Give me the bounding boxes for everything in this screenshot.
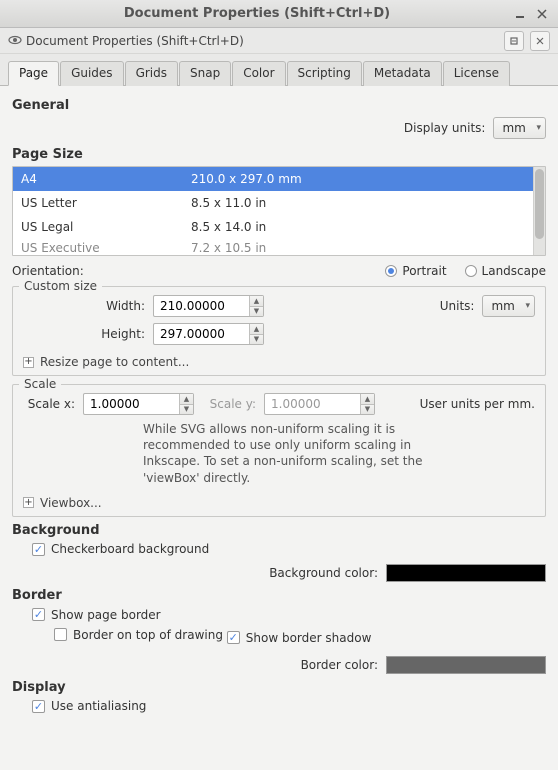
checkerboard-checkbox[interactable]: Checkerboard background xyxy=(32,542,209,556)
show-shadow-checkbox[interactable]: Show border shadow xyxy=(227,631,372,645)
width-input[interactable]: ▲▼ xyxy=(153,295,264,317)
width-label: Width: xyxy=(23,299,153,313)
tab-guides[interactable]: Guides xyxy=(60,61,124,86)
show-border-checkbox[interactable]: Show page border xyxy=(32,608,161,622)
chevron-down-icon: ▾ xyxy=(536,123,541,133)
dock-subtitle: Document Properties (Shift+Ctrl+D) xyxy=(26,34,498,48)
display-units-label: Display units: xyxy=(404,121,494,135)
dock-header: Document Properties (Shift+Ctrl+D) xyxy=(0,28,558,54)
tab-page[interactable]: Page xyxy=(8,61,59,86)
page-tab-content: General Display units: mm ▾ Page Size A4… xyxy=(0,86,558,770)
custom-units-combo[interactable]: mm ▾ xyxy=(482,295,535,317)
background-heading: Background xyxy=(12,523,546,538)
scale-help-text: While SVG allows non-uniform scaling it … xyxy=(143,421,463,486)
tab-scripting[interactable]: Scripting xyxy=(287,61,362,86)
scale-legend: Scale xyxy=(19,377,61,391)
page-size-list[interactable]: A4 210.0 x 297.0 mm US Letter 8.5 x 11.0… xyxy=(12,166,546,256)
minimize-button[interactable] xyxy=(512,6,528,22)
plus-icon: + xyxy=(23,497,34,508)
tab-metadata[interactable]: Metadata xyxy=(363,61,442,86)
detach-button[interactable] xyxy=(504,31,524,51)
border-color-swatch[interactable] xyxy=(386,656,546,674)
scale-x-label: Scale x: xyxy=(23,397,83,411)
border-color-label: Border color: xyxy=(301,658,386,672)
table-row[interactable]: US Legal 8.5 x 14.0 in xyxy=(13,215,545,239)
display-heading: Display xyxy=(12,680,546,695)
chevron-up-icon: ▲ xyxy=(361,394,374,405)
tab-color[interactable]: Color xyxy=(232,61,285,86)
table-row[interactable]: A4 210.0 x 297.0 mm xyxy=(13,167,545,191)
radio-icon xyxy=(385,265,397,277)
chevron-up-icon[interactable]: ▲ xyxy=(180,394,193,405)
radio-icon xyxy=(465,265,477,277)
chevron-up-icon[interactable]: ▲ xyxy=(250,324,263,335)
window-title: Document Properties (Shift+Ctrl+D) xyxy=(8,6,506,21)
custom-size-legend: Custom size xyxy=(19,279,102,293)
checkbox-icon xyxy=(32,700,45,713)
chevron-down-icon[interactable]: ▼ xyxy=(250,335,263,345)
viewbox-expander[interactable]: + Viewbox... xyxy=(23,496,102,510)
plus-icon: + xyxy=(23,357,34,368)
units-label: Units: xyxy=(440,299,483,313)
resize-to-content-expander[interactable]: + Resize page to content... xyxy=(23,355,189,369)
table-row[interactable]: US Executive 7.2 x 10.5 in xyxy=(13,239,545,257)
tab-license[interactable]: License xyxy=(443,61,510,86)
close-panel-button[interactable] xyxy=(530,31,550,51)
antialias-checkbox[interactable]: Use antialiasing xyxy=(32,699,146,713)
checkbox-icon xyxy=(32,608,45,621)
custom-size-fieldset: Custom size Width: ▲▼ Units: mm ▾ Height… xyxy=(12,286,546,376)
user-units-note: User units per mm. xyxy=(420,397,535,411)
general-heading: General xyxy=(12,98,546,113)
window-titlebar: Document Properties (Shift+Ctrl+D) xyxy=(0,0,558,28)
scale-x-input[interactable]: ▲▼ xyxy=(83,393,194,415)
scale-y-input: ▲▼ xyxy=(264,393,375,415)
display-units-combo[interactable]: mm ▾ xyxy=(493,117,546,139)
tab-bar: Page Guides Grids Snap Color Scripting M… xyxy=(0,54,558,86)
close-button[interactable] xyxy=(534,6,550,22)
eye-icon xyxy=(8,33,24,49)
scale-y-label: Scale y: xyxy=(194,397,264,411)
scrollbar-thumb[interactable] xyxy=(535,169,544,239)
chevron-down-icon[interactable]: ▼ xyxy=(250,307,263,317)
tab-snap[interactable]: Snap xyxy=(179,61,231,86)
orientation-landscape-radio[interactable]: Landscape xyxy=(465,264,546,278)
orientation-label: Orientation: xyxy=(12,264,84,278)
page-size-heading: Page Size xyxy=(12,147,546,162)
table-row[interactable]: US Letter 8.5 x 11.0 in xyxy=(13,191,545,215)
scale-fieldset: Scale Scale x: ▲▼ Scale y: ▲▼ User units… xyxy=(12,384,546,517)
tab-grids[interactable]: Grids xyxy=(125,61,178,86)
chevron-down-icon: ▾ xyxy=(525,301,530,311)
checkbox-icon xyxy=(32,543,45,556)
background-color-swatch[interactable] xyxy=(386,564,546,582)
checkbox-icon xyxy=(227,631,240,644)
chevron-down-icon[interactable]: ▼ xyxy=(180,405,193,415)
border-heading: Border xyxy=(12,588,546,603)
scrollbar[interactable] xyxy=(533,167,545,255)
checkbox-icon xyxy=(54,628,67,641)
chevron-up-icon[interactable]: ▲ xyxy=(250,296,263,307)
orientation-portrait-radio[interactable]: Portrait xyxy=(385,264,446,278)
border-on-top-checkbox[interactable]: Border on top of drawing xyxy=(54,628,223,642)
height-input[interactable]: ▲▼ xyxy=(153,323,264,345)
height-label: Height: xyxy=(23,327,153,341)
chevron-down-icon: ▼ xyxy=(361,405,374,415)
bg-color-label: Background color: xyxy=(269,566,386,580)
